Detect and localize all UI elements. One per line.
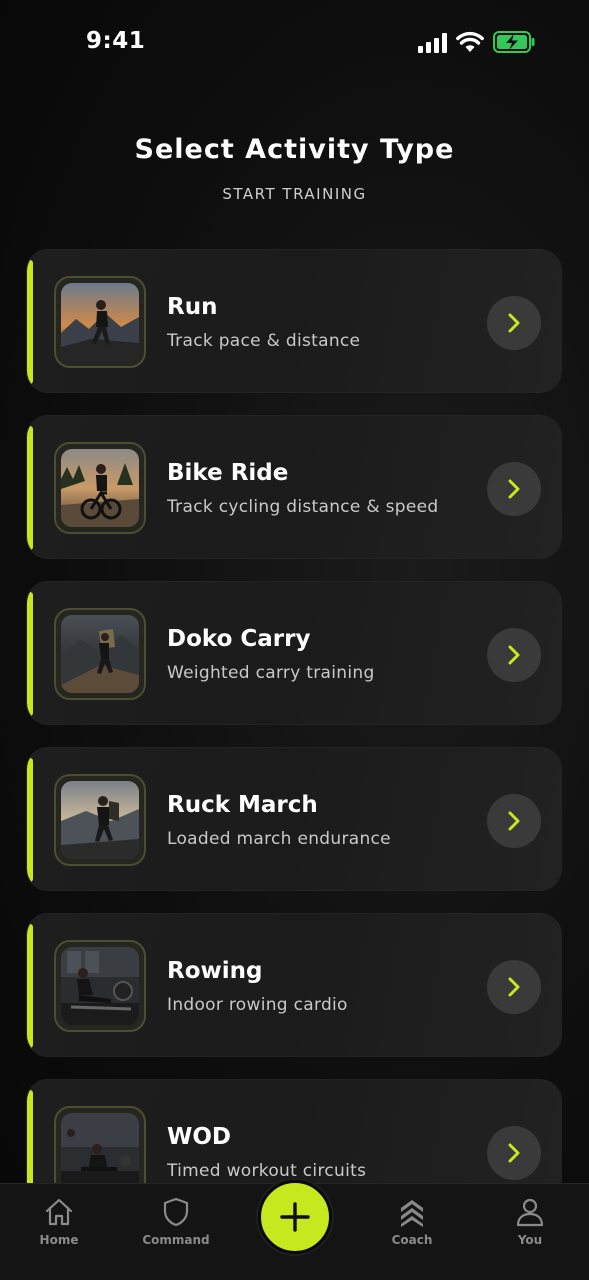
workout-photo-icon	[61, 1113, 139, 1191]
home-icon	[45, 1198, 73, 1226]
rowing-thumbnail	[54, 940, 146, 1032]
activity-card-ruck-march[interactable]: Ruck March Loaded march endurance	[26, 747, 562, 891]
card-accent-bar	[27, 426, 33, 550]
cyclist-photo-icon	[61, 449, 139, 527]
activity-title: Run	[167, 294, 218, 320]
shield-icon	[163, 1197, 189, 1227]
activity-title: WOD	[167, 1124, 232, 1150]
card-accent-bar	[27, 924, 33, 1048]
wifi-icon	[456, 31, 484, 52]
activity-card-bike-ride[interactable]: Bike Ride Track cycling distance & speed	[26, 415, 562, 559]
plus-icon	[280, 1202, 310, 1232]
chevron-right-button[interactable]	[487, 1126, 541, 1180]
chevron-right-button[interactable]	[487, 794, 541, 848]
add-activity-button[interactable]	[258, 1180, 332, 1254]
activity-description: Weighted carry training	[167, 663, 375, 683]
page-subtitle: START TRAINING	[222, 185, 367, 203]
run-thumbnail	[54, 276, 146, 368]
runner-photo-icon	[61, 283, 139, 361]
chevron-right-icon	[508, 645, 520, 665]
chevrons-up-icon	[401, 1200, 423, 1227]
card-accent-bar	[27, 592, 33, 716]
rower-photo-icon	[61, 947, 139, 1025]
doko-carry-thumbnail	[54, 608, 146, 700]
activity-description: Timed workout circuits	[167, 1161, 367, 1181]
chevron-right-button[interactable]	[487, 296, 541, 350]
chevron-right-icon	[508, 977, 520, 997]
activity-title: Bike Ride	[167, 460, 289, 486]
page-title: Select Activity Type	[134, 134, 455, 165]
battery-charging-icon	[493, 31, 535, 53]
card-accent-bar	[27, 260, 33, 384]
chevron-right-icon	[508, 313, 520, 333]
bike-ride-thumbnail	[54, 442, 146, 534]
card-accent-bar	[27, 758, 33, 882]
ruck-march-thumbnail	[54, 774, 146, 866]
chevron-right-icon	[508, 479, 520, 499]
nav-label-command: Command	[142, 1233, 210, 1247]
activity-description: Track pace & distance	[167, 331, 361, 351]
nav-label-home: Home	[39, 1233, 79, 1247]
activity-description: Track cycling distance & speed	[167, 497, 439, 517]
chevron-right-icon	[508, 1143, 520, 1163]
cellular-signal-icon	[418, 33, 447, 53]
activity-select-screen: 9:41 Select Activity Type START TRAINING	[0, 0, 589, 1280]
ruck-photo-icon	[61, 781, 139, 859]
activity-card-run[interactable]: Run Track pace & distance	[26, 249, 562, 393]
nav-item-home[interactable]: Home	[14, 1196, 104, 1247]
nav-label-coach: Coach	[391, 1233, 433, 1247]
activity-description: Loaded march endurance	[167, 829, 391, 849]
activity-description: Indoor rowing cardio	[167, 995, 348, 1015]
chevron-right-button[interactable]	[487, 462, 541, 516]
user-icon	[516, 1198, 544, 1227]
chevron-right-button[interactable]	[487, 960, 541, 1014]
activity-title: Doko Carry	[167, 626, 311, 652]
chevron-right-button[interactable]	[487, 628, 541, 682]
nav-item-you[interactable]: You	[485, 1196, 575, 1247]
nav-item-command[interactable]: Command	[131, 1196, 221, 1247]
activity-card-rowing[interactable]: Rowing Indoor rowing cardio	[26, 913, 562, 1057]
nav-label-you: You	[517, 1233, 543, 1247]
chevron-right-icon	[508, 811, 520, 831]
hiker-photo-icon	[61, 615, 139, 693]
nav-item-coach[interactable]: Coach	[367, 1196, 457, 1247]
activity-title: Ruck March	[167, 792, 318, 818]
status-time: 9:41	[86, 28, 146, 54]
activity-card-doko-carry[interactable]: Doko Carry Weighted carry training	[26, 581, 562, 725]
activity-title: Rowing	[167, 958, 263, 984]
status-bar: 9:41	[0, 0, 589, 86]
